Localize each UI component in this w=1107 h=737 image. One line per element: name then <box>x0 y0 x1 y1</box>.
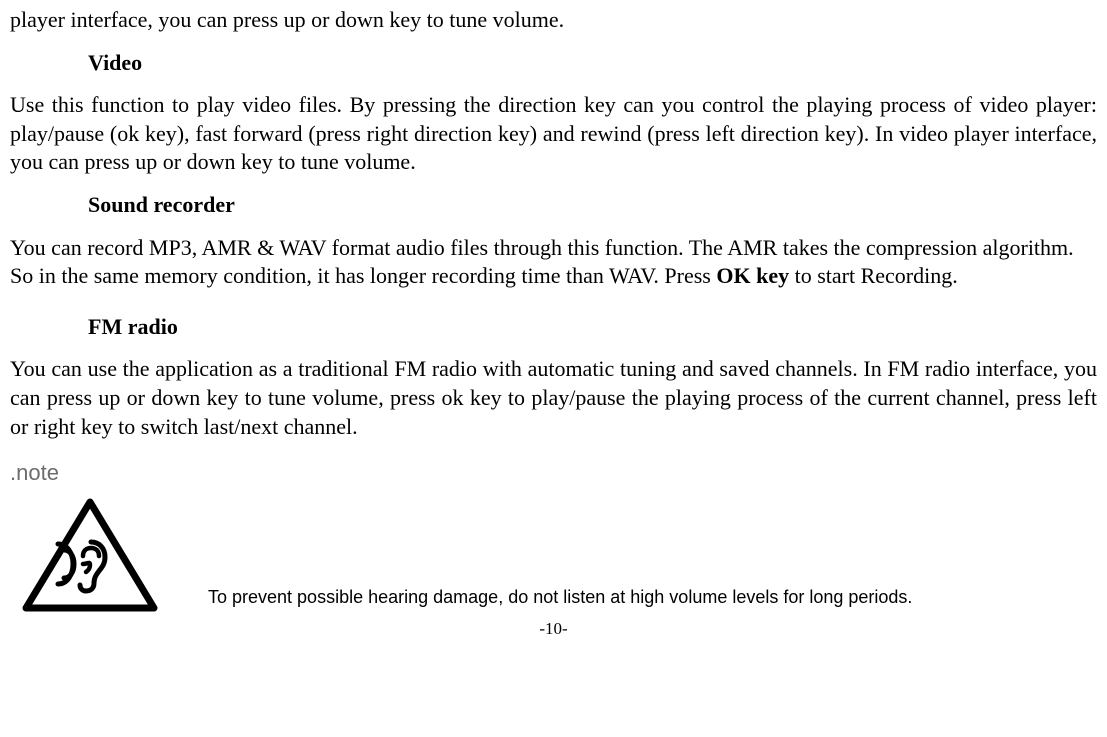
page-number: -10- <box>10 618 1097 640</box>
sound-recorder-text-suffix: to start Recording. <box>789 263 958 288</box>
hearing-warning-text: To prevent possible hearing damage, do n… <box>208 586 912 613</box>
hearing-warning-icon <box>20 496 160 614</box>
note-label: .note <box>10 459 1097 488</box>
note-row: To prevent possible hearing damage, do n… <box>20 496 1097 614</box>
intro-tail-paragraph: player interface, you can press up or do… <box>10 6 1097 35</box>
fm-radio-heading: FM radio <box>88 313 1097 342</box>
video-heading: Video <box>88 49 1097 78</box>
video-paragraph: Use this function to play video files. B… <box>10 91 1097 177</box>
fm-radio-paragraph: You can use the application as a traditi… <box>10 355 1097 441</box>
sound-recorder-text-bold: OK key <box>716 263 789 288</box>
sound-recorder-paragraph: You can record MP3, AMR & WAV format aud… <box>10 234 1097 291</box>
sound-recorder-heading: Sound recorder <box>88 191 1097 220</box>
